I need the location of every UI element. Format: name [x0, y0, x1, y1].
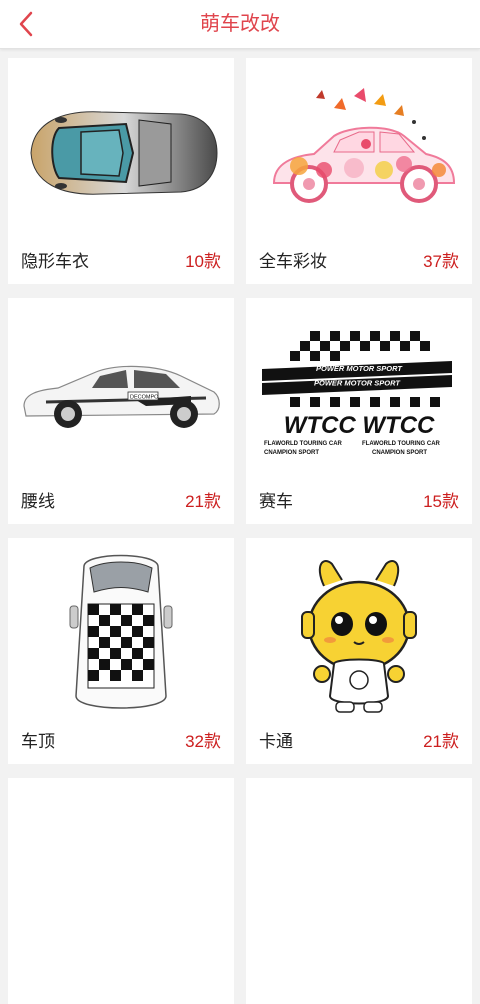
- power-motor-sport-text-2: POWER MOTOR SPORT: [314, 379, 401, 388]
- category-name: 赛车: [259, 492, 293, 511]
- checker-square: [121, 614, 132, 626]
- white-sedan-decal-image: DECOMPO: [8, 298, 234, 488]
- checker-square: [143, 614, 154, 626]
- checker-square: [121, 636, 132, 648]
- category-card-partial[interactable]: [246, 778, 472, 1004]
- checker-square: [121, 658, 132, 670]
- checker-square: [132, 625, 143, 637]
- checker-square: [143, 636, 154, 648]
- category-name: 车顶: [21, 732, 55, 751]
- category-count: 10款: [185, 252, 221, 271]
- champion-text-left: CNAMPION SPORT: [264, 450, 319, 456]
- checker-square: [99, 614, 110, 626]
- category-name: 腰线: [21, 492, 55, 511]
- flaworld-text-right: FLAWORLD TOURING CAR: [362, 441, 441, 447]
- category-card-racing[interactable]: POWER MOTOR SPORT POWER MOTOR SPORT WTCC…: [246, 298, 472, 524]
- category-card-invisible-film[interactable]: 隐形车衣 10款: [8, 58, 234, 284]
- champion-text-right: CNAMPION SPORT: [372, 450, 427, 456]
- category-name: 隐形车衣: [21, 252, 89, 271]
- checker-square: [110, 603, 121, 615]
- top-bar: 萌车改改: [0, 0, 480, 49]
- power-motor-sport-text-1: POWER MOTOR SPORT: [316, 364, 403, 373]
- checker-square: [132, 603, 143, 615]
- floral-car-image: [246, 58, 472, 248]
- category-card-waistline[interactable]: DECOMPO 腰线 21款: [8, 298, 234, 524]
- racing-flag-decal-image: POWER MOTOR SPORT POWER MOTOR SPORT WTCC…: [246, 298, 472, 488]
- checker-square: [88, 669, 99, 681]
- category-card-cartoon[interactable]: 卡通 21款: [246, 538, 472, 764]
- door-badge-text: DECOMPO: [130, 395, 159, 401]
- cartoon-mascot-image: [246, 538, 472, 728]
- checker-square: [110, 669, 121, 681]
- category-grid: 隐形车衣 10款 全车彩妆 37款 DECOMPO 腰线 21款 POWER M…: [0, 48, 480, 1004]
- category-name: 卡通: [259, 732, 293, 751]
- checker-square: [99, 658, 110, 670]
- wtcc-text: WTCC WTCC: [284, 412, 435, 439]
- checker-square: [110, 625, 121, 637]
- checker-square: [132, 669, 143, 681]
- checker-square: [110, 647, 121, 659]
- checker-square: [88, 647, 99, 659]
- checker-square: [143, 658, 154, 670]
- category-count: 15款: [423, 492, 459, 511]
- category-card-roof[interactable]: 车顶 32款: [8, 538, 234, 764]
- checker-square: [88, 625, 99, 637]
- flaworld-text-left: FLAWORLD TOURING CAR: [264, 441, 343, 447]
- category-count: 21款: [185, 492, 221, 511]
- category-card-partial[interactable]: [8, 778, 234, 1004]
- checker-square: [88, 603, 99, 615]
- category-count: 21款: [423, 732, 459, 751]
- category-name: 全车彩妆: [259, 252, 327, 271]
- checker-square: [132, 647, 143, 659]
- checkered-roof-image: [8, 538, 234, 728]
- category-count: 37款: [423, 252, 459, 271]
- category-count: 32款: [185, 732, 221, 751]
- category-card-full-paint[interactable]: 全车彩妆 37款: [246, 58, 472, 284]
- checker-square: [99, 636, 110, 648]
- car-top-view-image: [8, 58, 234, 248]
- page-title: 萌车改改: [200, 13, 280, 35]
